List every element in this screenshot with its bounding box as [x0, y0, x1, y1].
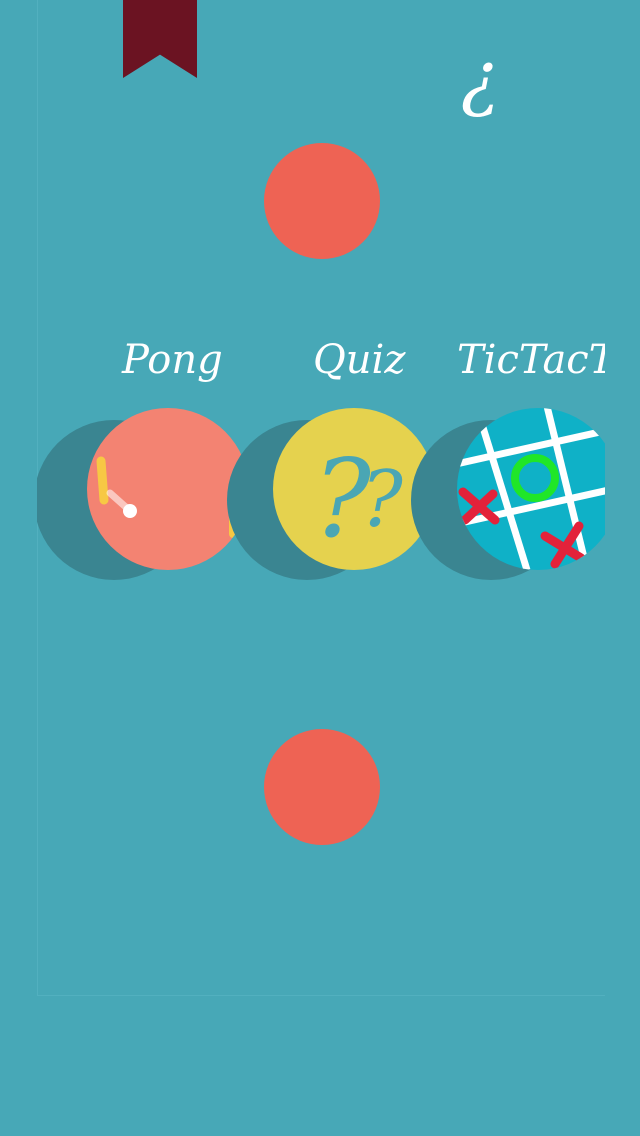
svg-text:?: ?: [361, 455, 404, 545]
scroll-down-button[interactable]: [264, 729, 380, 845]
game-label-tictactoe: TicTacToe: [457, 337, 605, 383]
game-carousel[interactable]: Pong Quiz ? ? TicTacToe: [37, 330, 605, 600]
game-pong-button[interactable]: [87, 408, 249, 570]
scroll-up-button[interactable]: [264, 143, 380, 259]
game-menu-screen: ¿ Pong Quiz ? ? TicTacToe: [0, 0, 640, 1136]
pong-icon: [96, 456, 237, 538]
tictactoe-icon: [457, 408, 605, 570]
help-icon[interactable]: ¿: [450, 38, 510, 118]
game-label-pong: Pong: [122, 337, 223, 383]
game-label-quiz: Quiz: [313, 337, 406, 383]
game-tictactoe-button[interactable]: [457, 408, 605, 570]
